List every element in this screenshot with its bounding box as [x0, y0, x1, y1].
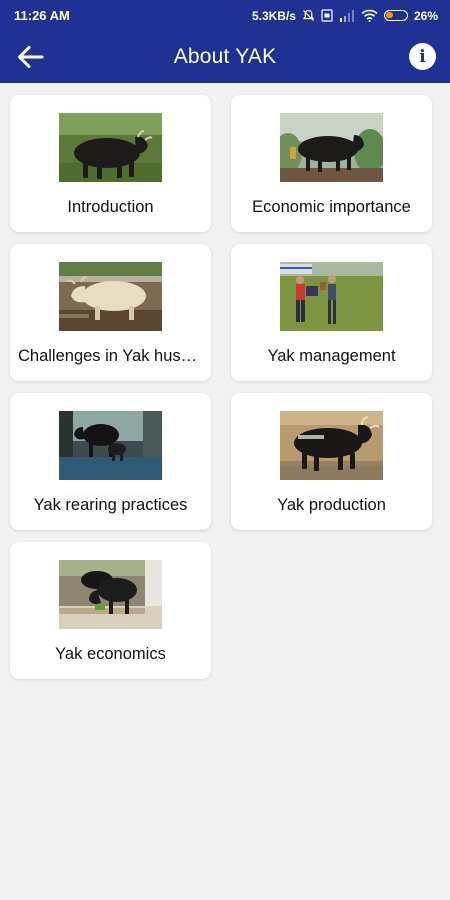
card-image-yak-rearing — [59, 411, 162, 480]
card-label: Yak management — [267, 347, 396, 365]
card-yak-economics[interactable]: Yak economics — [10, 542, 211, 679]
signal-icon — [339, 9, 354, 22]
card-label: Yak production — [277, 496, 386, 514]
card-yak-production[interactable]: Yak production — [231, 393, 432, 530]
topic-grid: Introduction Economic importance Challen… — [10, 95, 434, 679]
mute-icon — [302, 9, 315, 21]
card-image-challenges — [59, 262, 162, 331]
status-time: 11:26 AM — [14, 8, 70, 23]
card-introduction[interactable]: Introduction — [10, 95, 211, 232]
card-label: Economic importance — [252, 198, 411, 216]
info-button[interactable]: i — [409, 43, 436, 70]
wifi-icon — [361, 9, 378, 22]
card-label: Yak economics — [55, 645, 166, 663]
card-image-economic-importance — [280, 113, 383, 182]
battery-icon — [383, 10, 408, 21]
back-button[interactable] — [14, 42, 46, 72]
card-image-yak-management — [280, 262, 383, 331]
card-image-introduction — [59, 113, 162, 182]
card-yak-management[interactable]: Yak management — [231, 244, 432, 381]
back-arrow-icon — [18, 46, 44, 68]
status-bar: 11:26 AM 5.3KB/s 26% — [0, 0, 450, 31]
card-label: Challenges in Yak husbandry — [18, 347, 203, 365]
page-title: About YAK — [173, 45, 277, 68]
info-icon: i — [419, 46, 426, 67]
card-label: Introduction — [67, 198, 154, 216]
card-label: Yak rearing practices — [33, 496, 188, 514]
card-economic-importance[interactable]: Economic importance — [231, 95, 432, 232]
card-image-yak-economics — [59, 560, 162, 629]
card-yak-rearing[interactable]: Yak rearing practices — [10, 393, 211, 530]
app-bar: About YAK i — [0, 31, 450, 83]
status-icons: 5.3KB/s 26% — [252, 9, 438, 23]
battery-percent: 26% — [413, 8, 438, 23]
sim-icon — [321, 9, 333, 22]
card-challenges[interactable]: Challenges in Yak husbandry — [10, 244, 211, 381]
network-speed: 5.3KB/s — [251, 8, 296, 23]
card-image-yak-production — [280, 411, 383, 480]
